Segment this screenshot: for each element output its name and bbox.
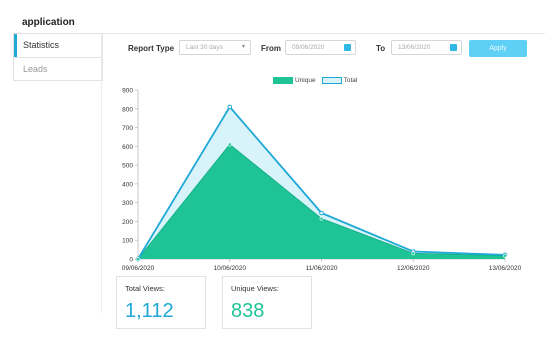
chevron-down-icon: ▾	[241, 44, 245, 50]
sidebar-item-label: Statistics	[23, 40, 60, 50]
data-point-unique	[227, 142, 232, 147]
from-label: From	[261, 44, 281, 53]
x-tick-label: 12/06/2020	[397, 265, 430, 272]
x-tick-label: 11/06/2020	[305, 265, 337, 272]
y-tick-label: 300	[122, 200, 133, 207]
unique-views-value: 838	[231, 300, 265, 322]
total-views-card: Total Views: 1,112	[116, 276, 206, 329]
x-tick-label: 10/06/2020	[213, 265, 246, 272]
data-point-unique	[136, 257, 140, 261]
y-tick-label: 200	[122, 219, 133, 226]
from-date-value: 09/06/2020	[292, 44, 325, 51]
y-tick-label: 400	[122, 181, 133, 188]
report-type-label: Report Type	[128, 44, 175, 53]
toolbar-divider	[101, 33, 545, 34]
unique-views-label: Unique Views:	[231, 284, 279, 293]
y-tick-label: 800	[122, 106, 133, 113]
from-date-input[interactable]: 09/06/2020	[285, 40, 356, 55]
y-tick-label: 0	[129, 257, 133, 264]
y-tick-label: 100	[122, 238, 133, 245]
data-point-unique	[411, 251, 416, 256]
sidebar: Statistics Leads	[13, 33, 103, 81]
to-label: To	[376, 44, 386, 53]
data-point-unique	[503, 253, 507, 258]
sidebar-item-leads[interactable]: Leads	[14, 57, 102, 80]
unique-views-card: Unique Views: 838	[222, 276, 312, 329]
x-tick-label: 09/06/2020	[122, 265, 155, 272]
report-type-value: Last 30 days	[186, 44, 223, 51]
calendar-icon[interactable]	[450, 44, 457, 51]
to-date-input[interactable]: 13/06/2020	[391, 40, 462, 55]
y-tick-label: 900	[122, 88, 133, 95]
apply-button[interactable]: Apply	[469, 40, 527, 57]
total-views-value: 1,112	[125, 300, 174, 322]
calendar-icon[interactable]	[344, 44, 351, 51]
sidebar-item-statistics[interactable]: Statistics	[14, 34, 102, 57]
x-tick-label: 13/06/2020	[489, 265, 522, 272]
y-tick-label: 700	[122, 125, 133, 132]
content-divider	[101, 33, 102, 313]
series-area-unique	[138, 144, 505, 259]
sidebar-item-label: Leads	[23, 64, 48, 74]
app-title: application	[22, 17, 75, 28]
y-tick-label: 500	[122, 163, 133, 170]
total-views-label: Total Views:	[125, 284, 165, 293]
y-tick-label: 600	[122, 144, 133, 151]
report-type-select[interactable]: Last 30 days ▾	[179, 40, 251, 55]
to-date-value: 13/06/2020	[398, 44, 431, 51]
data-point-total	[227, 104, 233, 110]
views-chart: 0 100 200 300 400 500 600 700 800 900 09/06/2020 10…	[122, 88, 522, 273]
data-point-unique	[319, 216, 324, 221]
data-point-total	[319, 210, 324, 216]
